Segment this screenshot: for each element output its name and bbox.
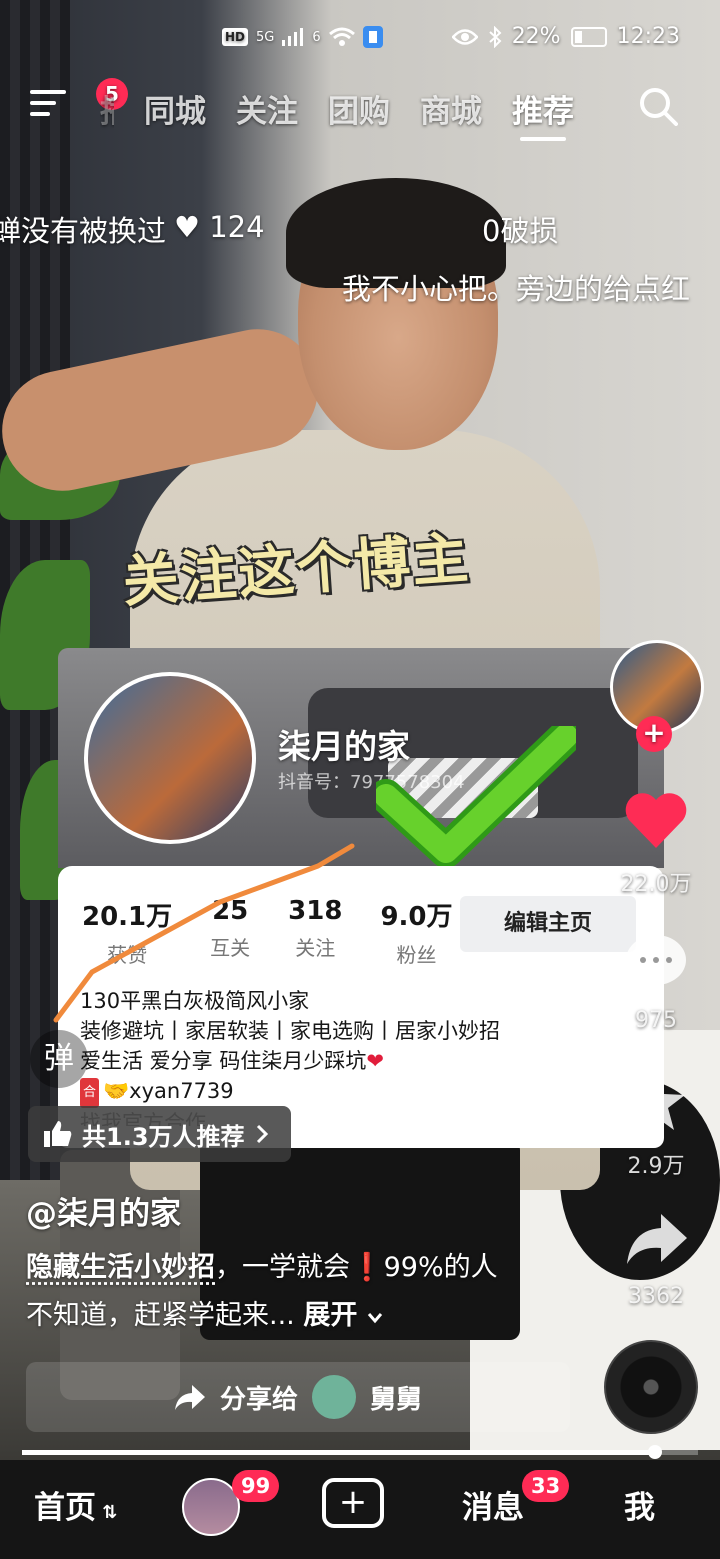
comment-icon bbox=[626, 935, 686, 992]
friend-avatar bbox=[312, 1375, 356, 1419]
recommend-count: 共1.3万人推荐 bbox=[82, 1122, 245, 1151]
exclaim-icon: ❗ bbox=[350, 1252, 384, 1283]
favorite-count: 2.9万 bbox=[627, 1154, 685, 1179]
share-to-friend-bar[interactable]: 分享给 舅舅 bbox=[26, 1362, 570, 1432]
comment-count: 975 bbox=[635, 1008, 677, 1033]
star-icon bbox=[627, 1074, 685, 1130]
nav-home[interactable]: 首页 ⇅ bbox=[34, 1482, 117, 1527]
danmaku-toggle[interactable]: 弹 bbox=[30, 1030, 88, 1088]
create-button[interactable]: + bbox=[322, 1478, 384, 1528]
hashtag-link[interactable]: 隐藏生活小妙招 bbox=[26, 1252, 215, 1283]
video-progress[interactable] bbox=[22, 1445, 698, 1459]
comment-button[interactable]: 975 bbox=[606, 930, 706, 1033]
expand-button[interactable]: 展开 bbox=[303, 1300, 382, 1331]
friends-badge: 99 bbox=[232, 1470, 280, 1502]
recommend-pill[interactable]: 共1.3万人推荐 bbox=[28, 1106, 291, 1162]
heart-icon bbox=[625, 793, 687, 848]
thumbs-up-icon bbox=[44, 1121, 72, 1147]
messages-badge: 33 bbox=[522, 1470, 570, 1502]
author-name[interactable]: @柒月的家 bbox=[26, 1188, 181, 1233]
follow-button[interactable]: + bbox=[636, 716, 672, 752]
chevron-right-icon bbox=[256, 1124, 268, 1144]
like-count: 22.0万 bbox=[620, 872, 692, 897]
chevron-down-icon bbox=[367, 1313, 382, 1324]
share-icon bbox=[174, 1385, 205, 1410]
nav-messages[interactable]: 消息 bbox=[462, 1482, 524, 1527]
like-button[interactable]: 22.0万 bbox=[606, 788, 706, 898]
share-arrow-icon bbox=[627, 1214, 687, 1264]
nav-me[interactable]: 我 bbox=[624, 1482, 655, 1527]
music-disc-icon[interactable] bbox=[604, 1340, 698, 1434]
friend-name: 舅舅 bbox=[370, 1384, 423, 1415]
share-button[interactable]: 3362 bbox=[606, 1206, 706, 1309]
share-label: 分享给 bbox=[219, 1384, 298, 1415]
video-description[interactable]: 隐藏生活小妙招，一学就会❗99%的人不知道，赶紧学起来... 展开 bbox=[26, 1244, 516, 1340]
bottom-nav: 首页 ⇅ 99 + 消息 33 我 bbox=[0, 1460, 720, 1559]
favorite-button[interactable]: 2.9万 bbox=[606, 1070, 706, 1180]
share-count: 3362 bbox=[628, 1284, 684, 1309]
progress-knob[interactable] bbox=[648, 1445, 662, 1459]
progress-fill bbox=[22, 1450, 654, 1455]
